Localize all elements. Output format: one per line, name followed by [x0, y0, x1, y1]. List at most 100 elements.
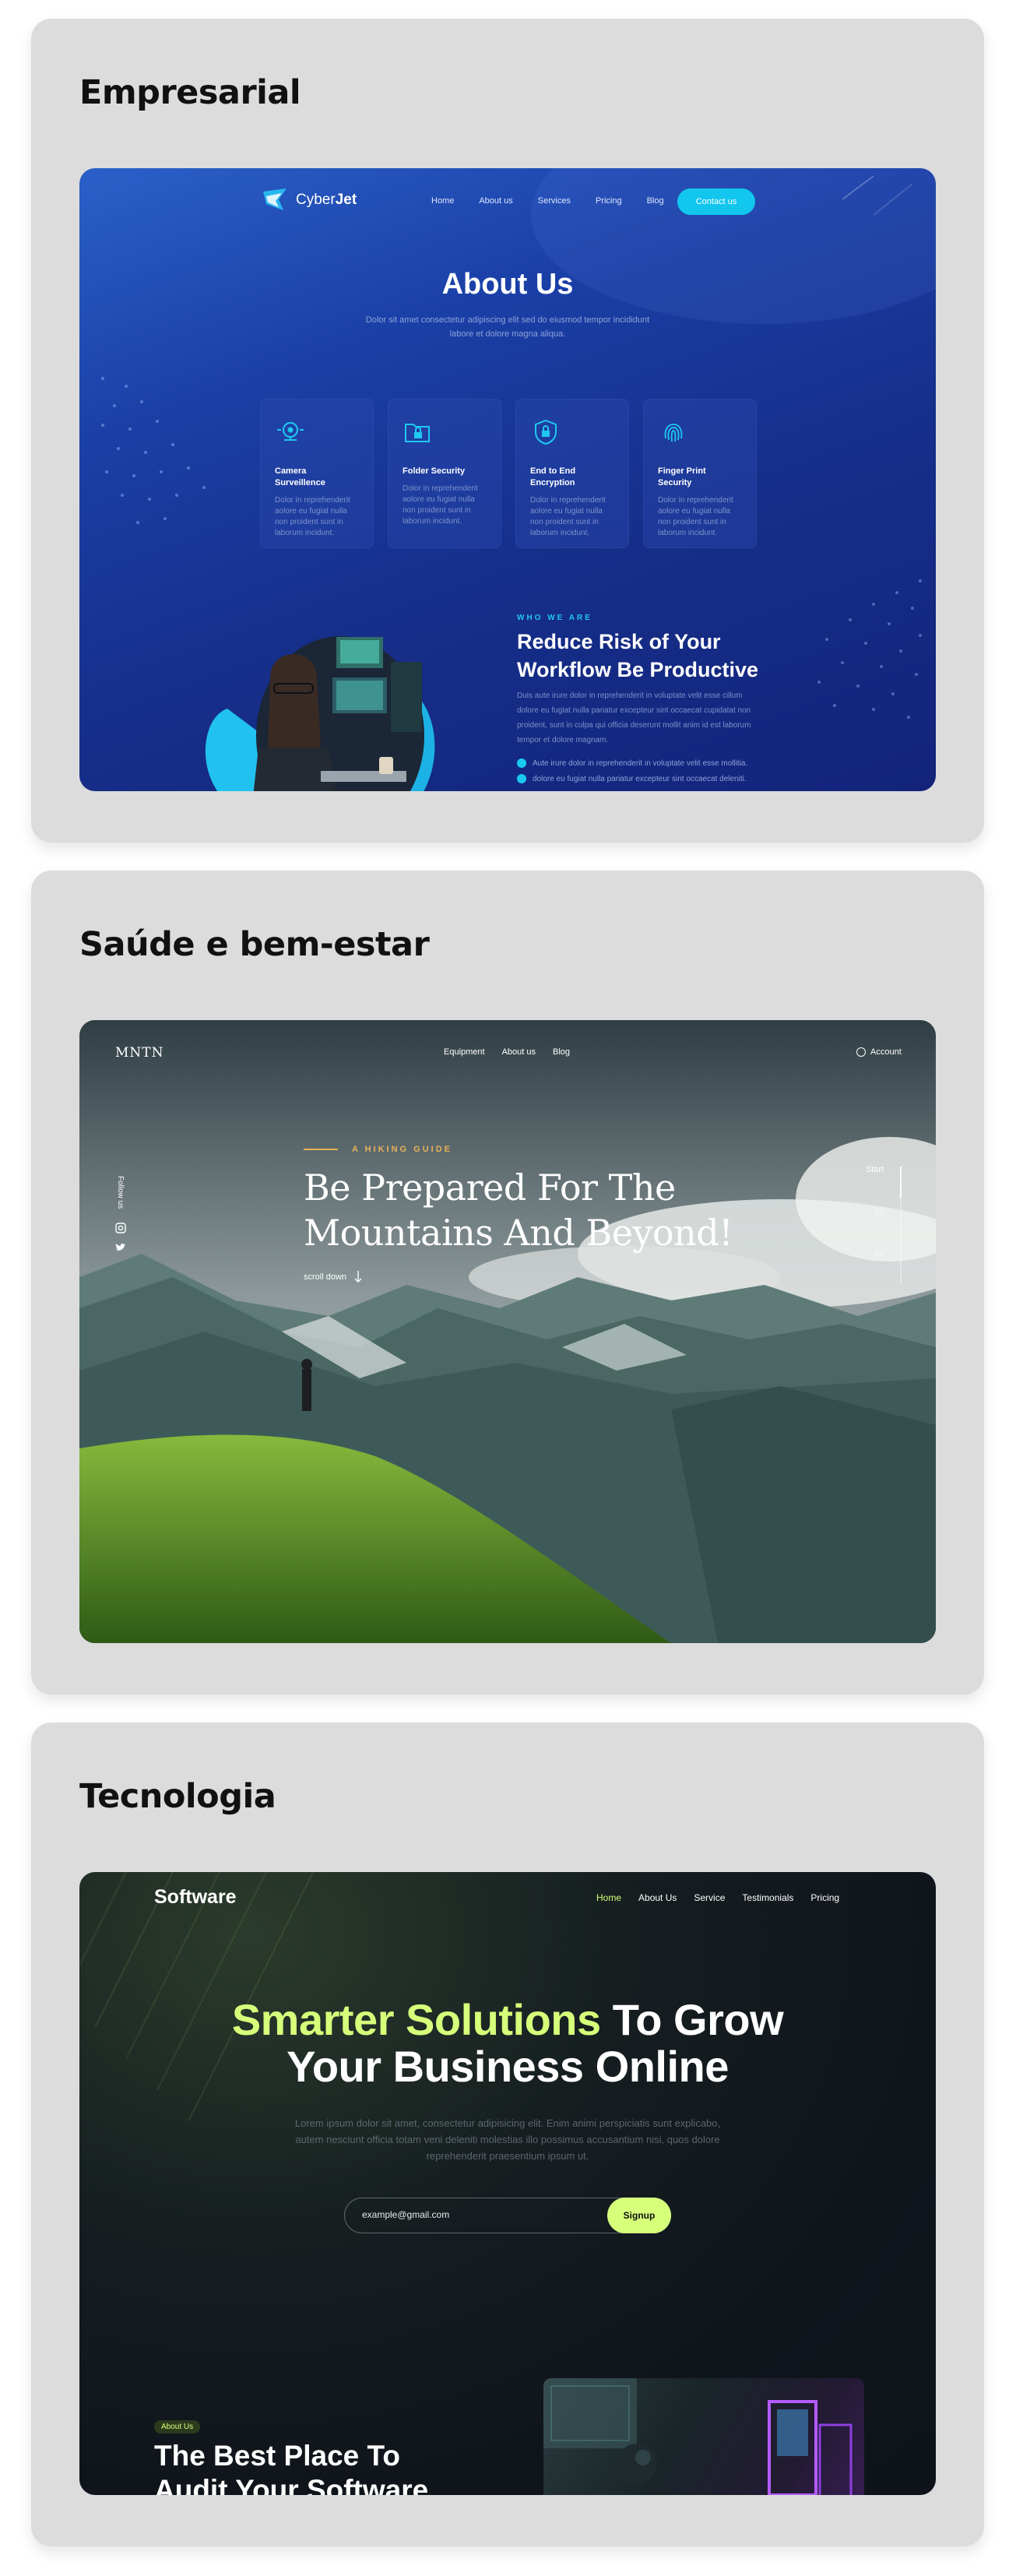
section-heading: Reduce Risk of Your Workflow Be Producti…	[517, 628, 758, 684]
hero-title-line-1: Be Prepared For The	[304, 1167, 676, 1209]
nav-service[interactable]: Service	[694, 1892, 725, 1903]
nav-pricing[interactable]: Pricing	[596, 196, 622, 206]
follow-label: Follow us	[116, 1176, 125, 1209]
mountain-landscape	[79, 1020, 936, 1643]
nav-about[interactable]: About Us	[638, 1892, 677, 1903]
nav-blog[interactable]: Blog	[553, 1047, 570, 1057]
section-heading-line-1: The Best Place To	[154, 2440, 400, 2472]
section-indicator: Start 01 02	[866, 1165, 884, 1291]
card-title: Tecnologia	[79, 1777, 276, 1816]
signup-button[interactable]: Signup	[607, 2198, 671, 2233]
template-preview-mntn[interactable]: MNTN Equipment About us Blog Account Fol…	[79, 1020, 936, 1643]
check-text: dolore eu fugiat nulla pariatur excepteu…	[533, 774, 747, 783]
card-title: Saúde e bem-estar	[79, 925, 430, 964]
check-icon	[517, 774, 526, 783]
feature-text: Dolor in reprehenderit aolore eu fugiat …	[658, 496, 733, 537]
feature-title: Finger Print Security	[658, 466, 706, 487]
hacker-photo	[205, 636, 435, 791]
eyebrow-line	[304, 1149, 338, 1150]
tech-photo-art	[543, 2378, 853, 2495]
account-icon	[856, 1047, 866, 1057]
nav-home[interactable]: Home	[596, 1892, 621, 1903]
nav-equipment[interactable]: Equipment	[444, 1047, 485, 1057]
hero-subtitle: Lorem ipsum dolor sit amet, consectetur …	[294, 2117, 721, 2162]
progress-bar	[900, 1167, 902, 1283]
section-paragraph: Duis aute irure dolor in reprehenderit i…	[517, 692, 751, 744]
top-nav: Cyber Jet Home About us Services Pricing …	[79, 185, 936, 216]
section-heading: The Best Place To Audit Your Software	[154, 2439, 428, 2495]
feature-title: End to End Encryption	[530, 466, 576, 487]
nav-links: Home About us Services Pricing Blog	[431, 196, 664, 206]
page-subtitle: Dolor sit amet consectetur adipiscing el…	[365, 315, 650, 339]
eyebrow-text: A HIKING GUIDE	[352, 1145, 452, 1154]
card-title: Empresarial	[79, 73, 301, 112]
account-label: Account	[870, 1047, 902, 1057]
shield-lock-icon	[535, 419, 557, 445]
template-card-tecnologia: Tecnologia Software Home About Us Servic…	[31, 1723, 984, 2546]
hero-title: Be Prepared For The Mountains And Beyond…	[304, 1165, 733, 1255]
logo[interactable]: Software	[154, 1886, 237, 1909]
twitter-icon[interactable]	[115, 1243, 126, 1252]
feature-card[interactable]: Camera Surveillence Dolor in reprehender…	[260, 399, 374, 548]
logo[interactable]: Cyber Jet	[260, 187, 357, 213]
account-link[interactable]: Account	[856, 1047, 902, 1057]
feature-text: Dolor in reprehenderit aolore eu fugiat …	[275, 496, 350, 537]
check-item: dolore eu fugiat nulla pariatur excepteu…	[517, 774, 747, 783]
feature-card[interactable]: Finger Print Security Dolor in reprehend…	[643, 399, 757, 548]
hero-title: Smarter Solutions To Grow Your Business …	[79, 1997, 936, 2090]
email-input[interactable]: example@gmail.com	[362, 2209, 449, 2220]
nav-links: Equipment About us Blog	[444, 1047, 570, 1057]
feature-card[interactable]: End to End Encryption Dolor in reprehend…	[515, 399, 629, 548]
arrow-down-icon	[354, 1271, 362, 1283]
section-heading-line-1: Reduce Risk of Your	[517, 630, 721, 653]
check-icon	[517, 758, 526, 768]
nav-testimonials[interactable]: Testimonials	[742, 1892, 793, 1903]
nav-pricing[interactable]: Pricing	[810, 1892, 839, 1903]
signup-form: example@gmail.com Signup	[344, 2198, 671, 2233]
logo-text-bold: Jet	[335, 192, 357, 208]
check-text: Aute irure dolor in reprehenderit in vol…	[533, 758, 748, 768]
page-title: About Us	[441, 268, 574, 301]
hero-title-line-2: Your Business Online	[287, 2042, 729, 2091]
template-preview-cyberjet[interactable]: Cyber Jet Home About us Services Pricing …	[79, 168, 936, 791]
dot-pattern-left	[101, 377, 206, 524]
folder-lock-icon	[405, 424, 430, 442]
template-preview-software[interactable]: Software Home About Us Service Testimoni…	[79, 1872, 936, 2495]
logo-text-light: Cyber	[296, 192, 336, 208]
nav-about[interactable]: About us	[502, 1047, 536, 1057]
indicator-01[interactable]: 01	[866, 1207, 884, 1216]
hero-title-highlight: Smarter Solutions	[231, 1995, 601, 2044]
nav-blog[interactable]: Blog	[647, 196, 664, 206]
check-item: Aute irure dolor in reprehenderit in vol…	[517, 758, 747, 768]
camera-icon	[277, 422, 304, 441]
template-card-saude: Saúde e bem-estar MNTN Equipment About u…	[31, 871, 984, 1694]
feature-text: Dolor in reprehenderit aolore eu fugiat …	[403, 484, 478, 526]
hero-eyebrow: A HIKING GUIDE	[304, 1145, 452, 1154]
section-heading-line-2: Workflow Be Productive	[517, 658, 759, 681]
scroll-down-label: scroll down	[304, 1272, 347, 1282]
feature-title: Folder Security	[403, 466, 466, 476]
dot-pattern-right	[817, 579, 922, 719]
section-badge: About Us	[154, 2420, 201, 2433]
nav-home[interactable]: Home	[431, 196, 454, 206]
scroll-down-link[interactable]: scroll down	[304, 1271, 362, 1283]
cyberjet-logo-icon	[263, 188, 287, 210]
template-card-empresarial: Empresarial Cyber Jet Home About us Servi…	[31, 19, 984, 843]
instagram-icon[interactable]	[115, 1223, 126, 1233]
tech-photo	[543, 2378, 864, 2495]
fingerprint-icon	[664, 424, 683, 442]
hero-title-rest: To Grow	[600, 1995, 784, 2044]
feature-text: Dolor in reprehenderit aolore eu fugiat …	[530, 496, 606, 537]
nav-services[interactable]: Services	[538, 196, 571, 206]
section-heading-line-2: Audit Your Software	[154, 2474, 429, 2495]
nav-about[interactable]: About us	[479, 196, 512, 206]
indicator-02[interactable]: 02	[866, 1249, 884, 1258]
hero-title-line-1: Smarter Solutions To Grow	[79, 1997, 936, 2043]
feature-cards: Camera Surveillence Dolor in reprehender…	[260, 399, 757, 548]
indicator-start[interactable]: Start	[866, 1165, 884, 1174]
feature-card[interactable]: Folder Security Dolor in reprehenderit a…	[388, 399, 501, 548]
logo[interactable]: MNTN	[115, 1045, 164, 1061]
nav-links: Home About Us Service Testimonials Prici…	[596, 1892, 839, 1903]
hero-title-line-2: Mountains And Beyond!	[304, 1212, 733, 1254]
contact-button[interactable]: Contact us	[677, 188, 755, 215]
